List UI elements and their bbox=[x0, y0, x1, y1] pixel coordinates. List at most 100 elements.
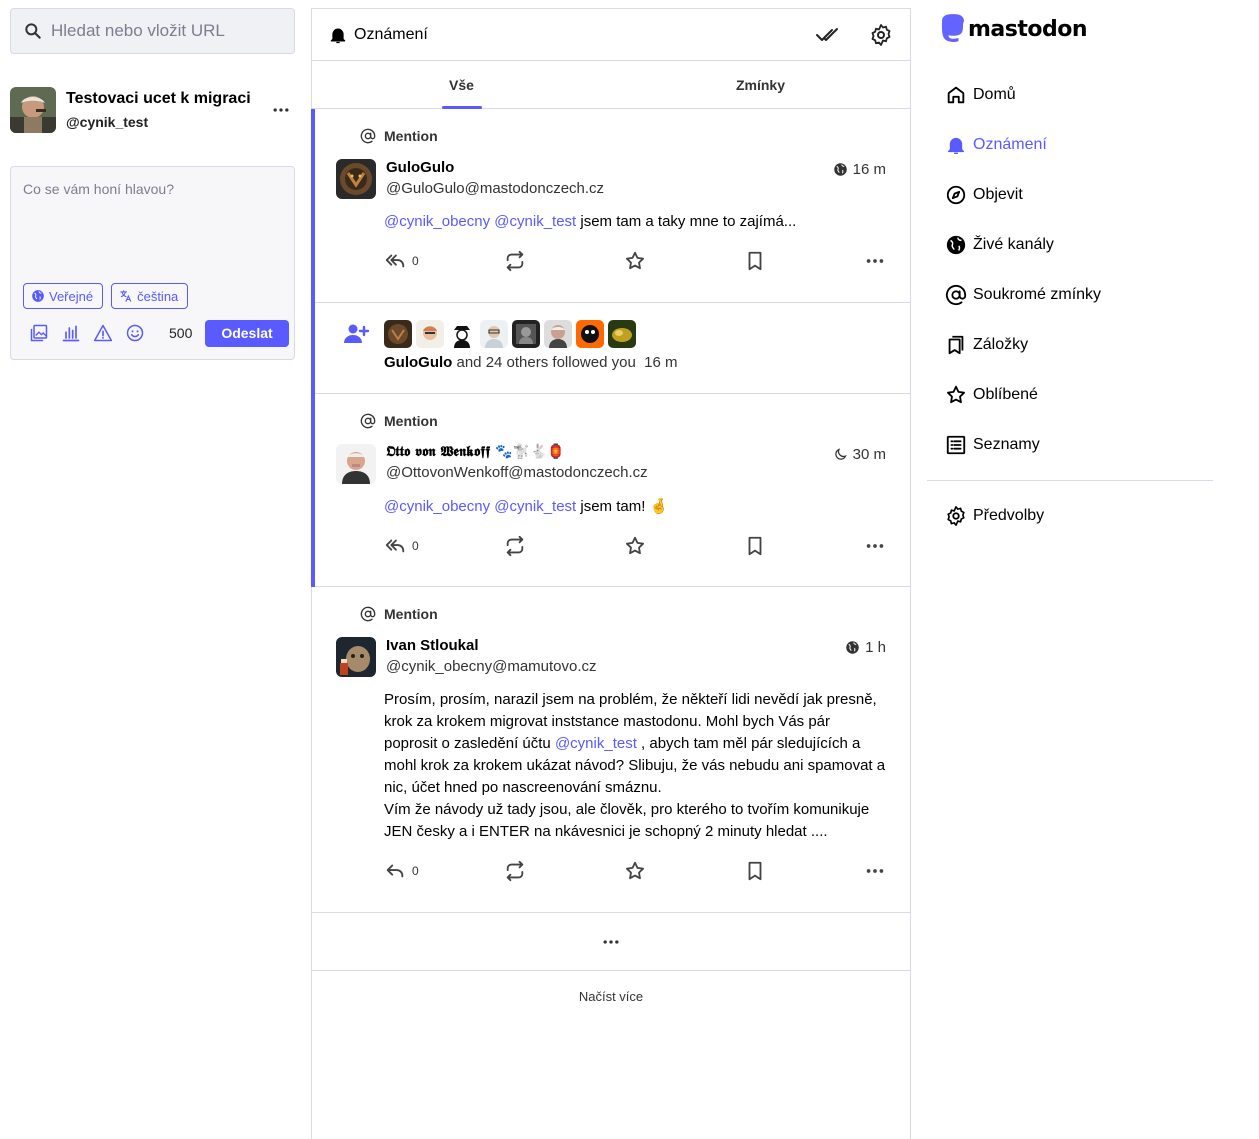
mention-link[interactable]: @cynik_obecny bbox=[384, 498, 490, 515]
profile-name[interactable]: Testovaci ucet k migraci bbox=[66, 90, 271, 108]
avatar[interactable] bbox=[576, 320, 604, 348]
nav-item-notifications[interactable]: Oznámení bbox=[927, 120, 1213, 170]
boost-button[interactable] bbox=[504, 860, 624, 882]
load-more-button[interactable]: Načíst více bbox=[312, 971, 910, 1021]
warning-icon bbox=[93, 324, 113, 342]
avatar[interactable] bbox=[448, 320, 476, 348]
avatar[interactable] bbox=[384, 320, 412, 348]
avatar[interactable] bbox=[336, 159, 376, 199]
profile-menu-button[interactable] bbox=[271, 100, 295, 120]
status-time[interactable]: 16 m bbox=[833, 159, 886, 179]
notification-mention[interactable]: Mention GuloGulo @GuloGulo@mastodonczech… bbox=[311, 109, 910, 303]
boost-button[interactable] bbox=[504, 250, 624, 272]
reply-button[interactable]: 0 bbox=[384, 250, 504, 272]
bookmark-button[interactable] bbox=[744, 250, 864, 272]
notification-mention[interactable]: Mention Ivan Stloukal @cynik_obecny@mamu… bbox=[312, 587, 910, 913]
reply-button[interactable]: 0 bbox=[384, 860, 504, 882]
display-name[interactable]: 𝕺𝖙𝖙𝖔 𝖛𝖔𝖓 𝖂𝖊𝖓𝖐𝖔𝖋𝖋 🐾🐩🐇🏮 bbox=[386, 444, 833, 460]
mention-link[interactable]: @cynik_test bbox=[494, 498, 576, 515]
display-name[interactable]: GuloGulo bbox=[386, 159, 833, 176]
bell-icon bbox=[945, 134, 967, 156]
mention-link[interactable]: @cynik_test bbox=[494, 213, 576, 230]
tab-mentions[interactable]: Zmínky bbox=[611, 61, 910, 108]
mark-all-read-button[interactable] bbox=[814, 22, 840, 48]
nav-item-private-mentions[interactable]: Soukromé zmínky bbox=[927, 270, 1213, 320]
follower-name[interactable]: GuloGulo bbox=[384, 354, 452, 371]
load-gap-button[interactable] bbox=[312, 913, 910, 971]
more-icon bbox=[271, 100, 291, 120]
account-handle: @GuloGulo@mastodonczech.cz bbox=[386, 180, 605, 197]
more-button[interactable] bbox=[864, 250, 886, 272]
account-handle: @cynik_obecny@mamutovo.cz bbox=[386, 658, 597, 675]
star-icon bbox=[624, 250, 646, 272]
nav-item-home[interactable]: Domů bbox=[927, 70, 1213, 120]
character-counter: 500 bbox=[169, 325, 193, 341]
reply-all-icon bbox=[384, 250, 406, 272]
publish-button[interactable]: Odeslat bbox=[205, 319, 289, 347]
notification-follow[interactable]: GuloGulo and 24 others followed you 16 m bbox=[311, 303, 910, 394]
column-title[interactable]: Oznámení bbox=[354, 26, 786, 44]
boost-button[interactable] bbox=[504, 535, 624, 557]
current-profile: Testovaci ucet k migraci @cynik_test bbox=[10, 86, 295, 134]
search-input[interactable]: Hledat nebo vložit URL bbox=[10, 8, 295, 54]
nav-item-preferences[interactable]: Předvolby bbox=[927, 491, 1213, 541]
language-button[interactable]: čeština bbox=[111, 283, 189, 309]
status-text: Vím že návody už tady jsou, ale člověk, … bbox=[384, 801, 870, 840]
more-button[interactable] bbox=[864, 535, 886, 557]
add-poll-button[interactable] bbox=[55, 319, 87, 347]
favourite-button[interactable] bbox=[624, 250, 744, 272]
status-names: GuloGulo @GuloGulo@mastodonczech.cz bbox=[386, 159, 833, 199]
status-text: jsem tam! 🤞 bbox=[576, 498, 669, 515]
avatar[interactable] bbox=[480, 320, 508, 348]
more-icon bbox=[864, 250, 886, 272]
account-handle: @OttovonWenkoff@mastodonczech.cz bbox=[386, 464, 648, 481]
emoji-button[interactable] bbox=[119, 319, 151, 347]
boost-icon bbox=[504, 860, 526, 882]
status-time[interactable]: 1 h bbox=[845, 637, 886, 657]
favourite-button[interactable] bbox=[624, 860, 744, 882]
add-media-button[interactable] bbox=[23, 319, 55, 347]
nav-item-explore[interactable]: Objevit bbox=[927, 170, 1213, 220]
avatar[interactable] bbox=[608, 320, 636, 348]
more-icon bbox=[601, 932, 621, 952]
notification-mention[interactable]: Mention 𝕺𝖙𝖙𝖔 𝖛𝖔𝖓 𝖂𝖊𝖓𝖐𝖔𝖋𝖋 🐾🐩🐇🏮 @OttovonWe… bbox=[311, 394, 910, 587]
content-warning-button[interactable] bbox=[87, 319, 119, 347]
boost-icon bbox=[504, 535, 526, 557]
language-label: čeština bbox=[137, 288, 179, 304]
favourite-button[interactable] bbox=[624, 535, 744, 557]
nav-label: Záložky bbox=[973, 336, 1029, 353]
avatar[interactable] bbox=[10, 87, 56, 133]
avatar[interactable] bbox=[544, 320, 572, 348]
mention-link[interactable]: @cynik_obecny bbox=[384, 213, 490, 230]
reply-all-icon bbox=[384, 535, 406, 557]
notification-type-label: Mention bbox=[384, 128, 438, 144]
visibility-button[interactable]: Veřejné bbox=[23, 283, 104, 309]
display-name[interactable]: Ivan Stloukal bbox=[386, 637, 845, 654]
more-button[interactable] bbox=[864, 860, 886, 882]
compose-textarea[interactable]: Co se vám honí hlavou? bbox=[23, 181, 174, 197]
avatar[interactable] bbox=[416, 320, 444, 348]
compose-toolbar: 500 Odeslat bbox=[23, 319, 289, 347]
tab-all[interactable]: Vše bbox=[312, 61, 611, 109]
time-label[interactable]: 16 m bbox=[644, 354, 677, 371]
nav-item-live-feeds[interactable]: Živé kanály bbox=[927, 220, 1213, 270]
emoji-icon bbox=[126, 324, 144, 342]
nav-item-lists[interactable]: Seznamy bbox=[927, 420, 1213, 470]
star-icon bbox=[624, 860, 646, 882]
bookmark-button[interactable] bbox=[744, 860, 864, 882]
avatar[interactable] bbox=[512, 320, 540, 348]
column-settings-button[interactable] bbox=[868, 22, 894, 48]
avatar[interactable] bbox=[336, 637, 376, 677]
moon-icon bbox=[833, 447, 848, 462]
mastodon-logo[interactable]: mastodon bbox=[940, 14, 1088, 44]
avatar[interactable] bbox=[336, 444, 376, 484]
reply-button[interactable]: 0 bbox=[384, 535, 504, 557]
at-icon bbox=[360, 413, 376, 429]
nav-item-bookmarks[interactable]: Záložky bbox=[927, 320, 1213, 370]
nav-item-favourites[interactable]: Oblíbené bbox=[927, 370, 1213, 420]
bookmark-button[interactable] bbox=[744, 535, 864, 557]
mention-link[interactable]: @cynik_test bbox=[555, 735, 637, 752]
at-icon bbox=[360, 128, 376, 144]
status-actions: 0 bbox=[312, 241, 910, 281]
status-time[interactable]: 30 m bbox=[833, 444, 886, 464]
